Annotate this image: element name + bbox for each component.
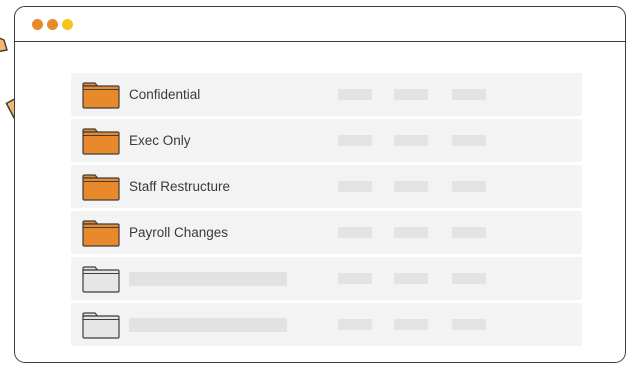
meta-placeholder — [394, 273, 428, 284]
folder-list: Confidential Exec Only Staff Restructure — [71, 73, 582, 349]
folder-icon — [82, 266, 120, 293]
folder-row-confidential[interactable]: Confidential — [71, 73, 582, 116]
folder-name: Confidential — [129, 87, 201, 102]
meta-placeholder — [338, 89, 372, 100]
maximize-button[interactable] — [62, 19, 73, 30]
meta-placeholder — [338, 273, 372, 284]
folder-icon — [82, 82, 120, 109]
folder-name: Exec Only — [129, 133, 191, 148]
title-bar — [15, 7, 625, 42]
folder-name: Payroll Changes — [129, 225, 229, 240]
meta-placeholder — [452, 273, 486, 284]
meta-placeholder — [452, 89, 486, 100]
meta-placeholder — [394, 227, 428, 238]
meta-placeholder — [452, 135, 486, 146]
meta-placeholder — [394, 135, 428, 146]
meta-placeholder — [338, 181, 372, 192]
meta-placeholder — [338, 227, 372, 238]
folder-row-empty[interactable] — [71, 257, 582, 300]
folder-row-payroll-changes[interactable]: Payroll Changes — [71, 211, 582, 254]
window-controls — [32, 19, 73, 30]
meta-placeholder — [338, 319, 372, 330]
close-button[interactable] — [32, 19, 43, 30]
folder-icon — [82, 174, 120, 201]
folder-icon — [82, 220, 120, 247]
folder-row-exec-only[interactable]: Exec Only — [71, 119, 582, 162]
folder-name: Staff Restructure — [129, 179, 231, 194]
folder-row-empty[interactable] — [71, 303, 582, 346]
meta-placeholder — [394, 181, 428, 192]
meta-placeholder — [338, 135, 372, 146]
meta-placeholder — [394, 89, 428, 100]
name-placeholder — [129, 318, 287, 332]
folder-row-staff-restructure[interactable]: Staff Restructure — [71, 165, 582, 208]
meta-placeholder — [452, 227, 486, 238]
meta-placeholder — [394, 319, 428, 330]
name-placeholder — [129, 272, 287, 286]
screen: Confidential Exec Only Staff Restructure — [0, 0, 643, 367]
minimize-button[interactable] — [47, 19, 58, 30]
folder-icon — [82, 128, 120, 155]
meta-placeholder — [452, 319, 486, 330]
folder-icon — [82, 312, 120, 339]
meta-placeholder — [452, 181, 486, 192]
